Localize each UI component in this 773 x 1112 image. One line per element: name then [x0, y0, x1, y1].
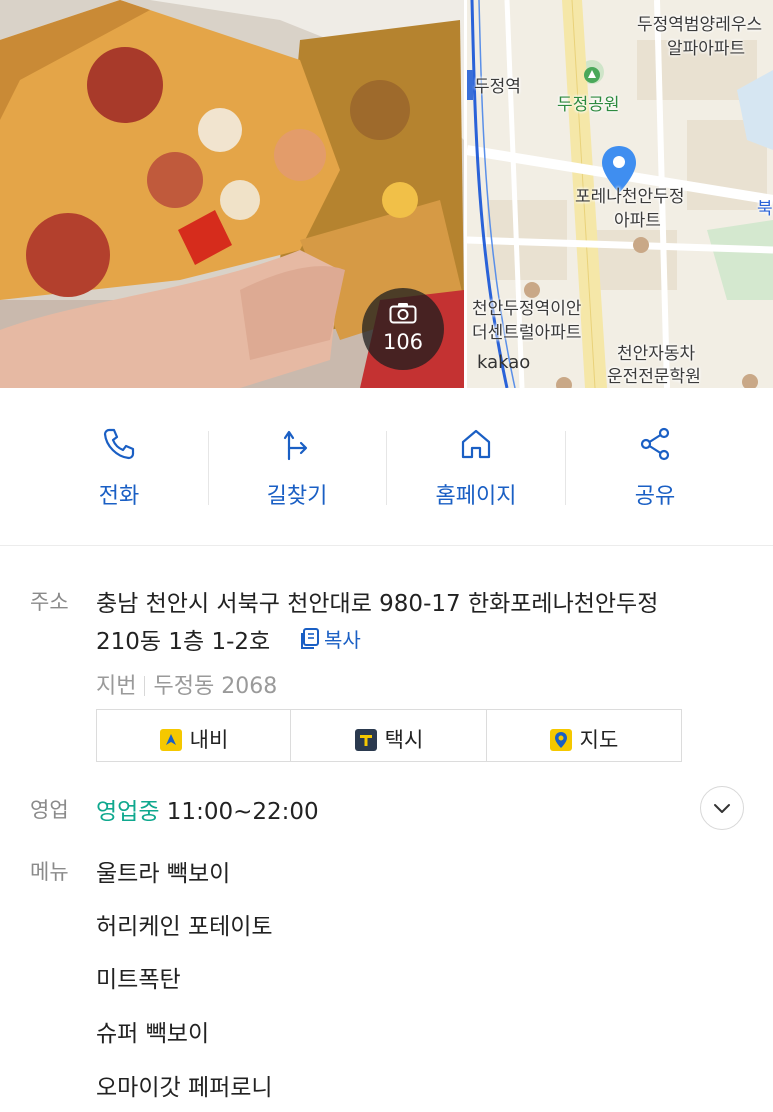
homepage-button[interactable]: 홈페이지 — [387, 388, 565, 546]
map-label: 두정공원 — [557, 95, 620, 115]
address-line-2: 210동 1층 1-2호 — [96, 629, 271, 655]
map-label: 더센트럴아파트 — [472, 323, 582, 343]
park-icon — [584, 67, 600, 83]
copy-icon — [301, 628, 319, 649]
jibun-label: 지번 — [96, 674, 137, 699]
menu-item: 오마이갓 페퍼로니 — [96, 1075, 273, 1101]
hours-time: 11:00~22:00 — [166, 799, 319, 825]
share-label: 공유 — [634, 484, 676, 509]
call-label: 전화 — [98, 484, 140, 509]
jibun-value: 두정동 2068 — [153, 674, 278, 699]
map-label: 알파아파트 — [667, 39, 746, 59]
open-status: 영업중 — [96, 799, 160, 825]
menu-item: 미트폭탄 — [96, 967, 181, 993]
map-label-text: 지도 — [579, 728, 619, 752]
photo-count-badge[interactable]: 106 — [362, 288, 444, 370]
action-bar: 전화 길찾기 홈페이지 공유 — [0, 388, 773, 546]
directions-label: 길찾기 — [266, 484, 328, 509]
map-label-target: 아파트 — [614, 211, 661, 231]
share-button[interactable]: 공유 — [566, 388, 744, 546]
taxi-icon — [354, 729, 377, 751]
copy-address-button[interactable]: 복사 — [300, 624, 361, 653]
menu-item: 허리케인 포테이토 — [96, 914, 273, 940]
divider — [144, 676, 146, 696]
kakao-watermark: kakao — [477, 352, 531, 373]
menu-label: 메뉴 — [30, 860, 69, 884]
navi-button[interactable]: 내비 — [97, 710, 291, 761]
hours-row: 영업중 11:00~22:00 — [96, 792, 319, 826]
map-label: 두정역범양레우스 — [637, 15, 763, 35]
hours-label: 영업 — [30, 798, 69, 822]
menu-item: 울트라 빽보이 — [96, 861, 231, 887]
map-button[interactable]: 지도 — [487, 710, 681, 761]
map-label: 두정역 — [474, 77, 521, 97]
address-label: 주소 — [30, 590, 69, 614]
camera-icon — [389, 303, 417, 324]
navi-label: 내비 — [189, 728, 229, 752]
taxi-label: 택시 — [384, 728, 424, 752]
map-label: 천안두정역이안 — [472, 299, 582, 319]
map-label-target: 포레나천안두정 — [575, 187, 685, 207]
phone-icon — [103, 428, 135, 460]
jibun-row: 지번 두정동 2068 — [96, 668, 277, 700]
photo-count: 106 — [382, 330, 424, 354]
address-line-1: 충남 천안시 서북구 천안대로 980-17 한화포레나천안두정 — [96, 591, 659, 617]
copy-label: 복사 — [324, 628, 361, 652]
map-pin-icon — [549, 729, 572, 751]
route-options: 내비 택시 지도 — [96, 709, 682, 762]
map-label: 운전전문학원 — [607, 367, 701, 387]
taxi-button[interactable]: 택시 — [291, 710, 487, 761]
place-photo[interactable]: 106 — [0, 0, 464, 388]
home-icon — [461, 429, 491, 459]
directions-icon — [283, 430, 308, 461]
hero-section: 106 두정역범양레우스 알파아파트 두정역 두정공원 포레나천안두정 아파트 … — [0, 0, 773, 388]
map-label: 천안자동차 — [617, 344, 696, 364]
navi-icon — [159, 729, 182, 751]
directions-button[interactable]: 길찾기 — [208, 388, 386, 546]
menu-item: 슈퍼 빽보이 — [96, 1021, 210, 1047]
share-icon — [640, 427, 670, 461]
chevron-down-icon — [714, 804, 730, 813]
expand-hours-button[interactable] — [700, 786, 744, 830]
call-button[interactable]: 전화 — [30, 388, 208, 546]
homepage-label: 홈페이지 — [435, 484, 517, 509]
map-label: 북 — [757, 199, 773, 219]
